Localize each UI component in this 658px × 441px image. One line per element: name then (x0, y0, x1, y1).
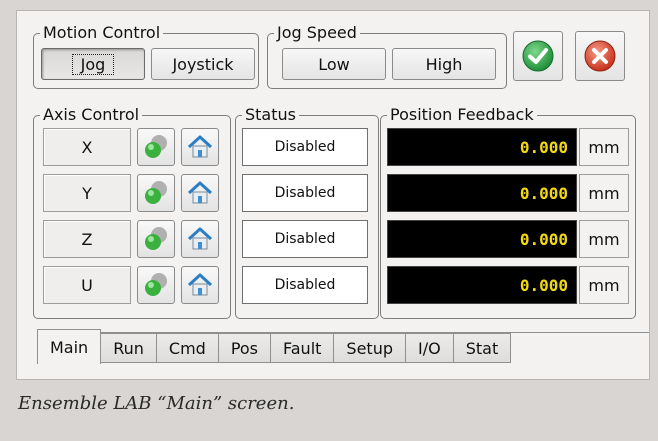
unit-z: mm (579, 220, 629, 258)
green-ball-icon (145, 227, 167, 250)
position-x: 0.000 (387, 128, 577, 166)
axis-name: U (81, 275, 93, 295)
figure-caption: Ensemble LAB “Main” screen. (18, 393, 295, 414)
high-speed-button-label: High (425, 54, 463, 74)
axis-control-title: Axis Control (40, 105, 143, 125)
low-speed-button[interactable]: Low (282, 48, 386, 80)
figure-frame: Motion Control Jog Joystick Jog Speed Lo… (0, 0, 658, 441)
home-icon (187, 135, 213, 158)
tab-pos[interactable]: Pos (218, 333, 272, 363)
tab-stat[interactable]: Stat (453, 333, 512, 363)
check-icon (522, 40, 554, 72)
motion-control-group: Motion Control Jog Joystick (33, 23, 259, 89)
unit-x: mm (579, 128, 629, 166)
home-icon (187, 273, 213, 296)
status-z: Disabled (242, 220, 368, 258)
enable-y-button[interactable] (137, 174, 175, 212)
status-y: Disabled (242, 174, 368, 212)
tab-fault[interactable]: Fault (271, 333, 335, 363)
axis-control-group: Axis Control X Y Z U (33, 105, 231, 319)
axis-label-y: Y (43, 174, 131, 212)
axis-label-x: X (43, 128, 131, 166)
cancel-button[interactable] (575, 31, 625, 81)
position-feedback-group: Position Feedback 0.000 mm 0.000 mm 0.00… (380, 105, 636, 319)
home-x-button[interactable] (181, 128, 219, 166)
ok-button[interactable] (513, 31, 563, 81)
green-ball-icon (145, 135, 167, 158)
motion-control-title: Motion Control (40, 23, 164, 43)
green-ball-icon (145, 181, 167, 204)
home-y-button[interactable] (181, 174, 219, 212)
tab-setup[interactable]: Setup (334, 333, 406, 363)
tab-io[interactable]: I/O (406, 333, 454, 363)
home-u-button[interactable] (181, 266, 219, 304)
position-u: 0.000 (387, 266, 577, 304)
home-icon (187, 227, 213, 250)
home-z-button[interactable] (181, 220, 219, 258)
high-speed-button[interactable]: High (392, 48, 496, 80)
status-x: Disabled (242, 128, 368, 166)
enable-x-button[interactable] (137, 128, 175, 166)
axis-name: X (81, 137, 93, 157)
main-window: Motion Control Jog Joystick Jog Speed Lo… (16, 10, 650, 380)
tab-bar: Main Run Cmd Pos Fault Setup I/O Stat (37, 329, 512, 364)
status-title: Status (242, 105, 299, 125)
axis-name: Y (82, 183, 92, 203)
status-u: Disabled (242, 266, 368, 304)
low-speed-button-label: Low (318, 54, 350, 74)
jog-speed-title: Jog Speed (274, 23, 360, 43)
status-group: Status Disabled Disabled Disabled Disabl… (235, 105, 379, 319)
axis-label-z: Z (43, 220, 131, 258)
unit-u: mm (579, 266, 629, 304)
x-icon (584, 40, 616, 72)
jog-button[interactable]: Jog (41, 48, 145, 80)
tab-cmd[interactable]: Cmd (156, 333, 219, 363)
position-y: 0.000 (387, 174, 577, 212)
joystick-button-label: Joystick (172, 54, 234, 74)
enable-z-button[interactable] (137, 220, 175, 258)
joystick-button[interactable]: Joystick (151, 48, 255, 80)
position-feedback-title: Position Feedback (387, 105, 537, 125)
jog-button-label: Jog (71, 53, 115, 75)
position-z: 0.000 (387, 220, 577, 258)
tab-main[interactable]: Main (37, 329, 102, 364)
enable-u-button[interactable] (137, 266, 175, 304)
green-ball-icon (145, 273, 167, 296)
axis-name: Z (81, 229, 93, 249)
axis-label-u: U (43, 266, 131, 304)
unit-y: mm (579, 174, 629, 212)
home-icon (187, 181, 213, 204)
tab-run[interactable]: Run (101, 333, 157, 363)
jog-speed-group: Jog Speed Low High (267, 23, 507, 89)
